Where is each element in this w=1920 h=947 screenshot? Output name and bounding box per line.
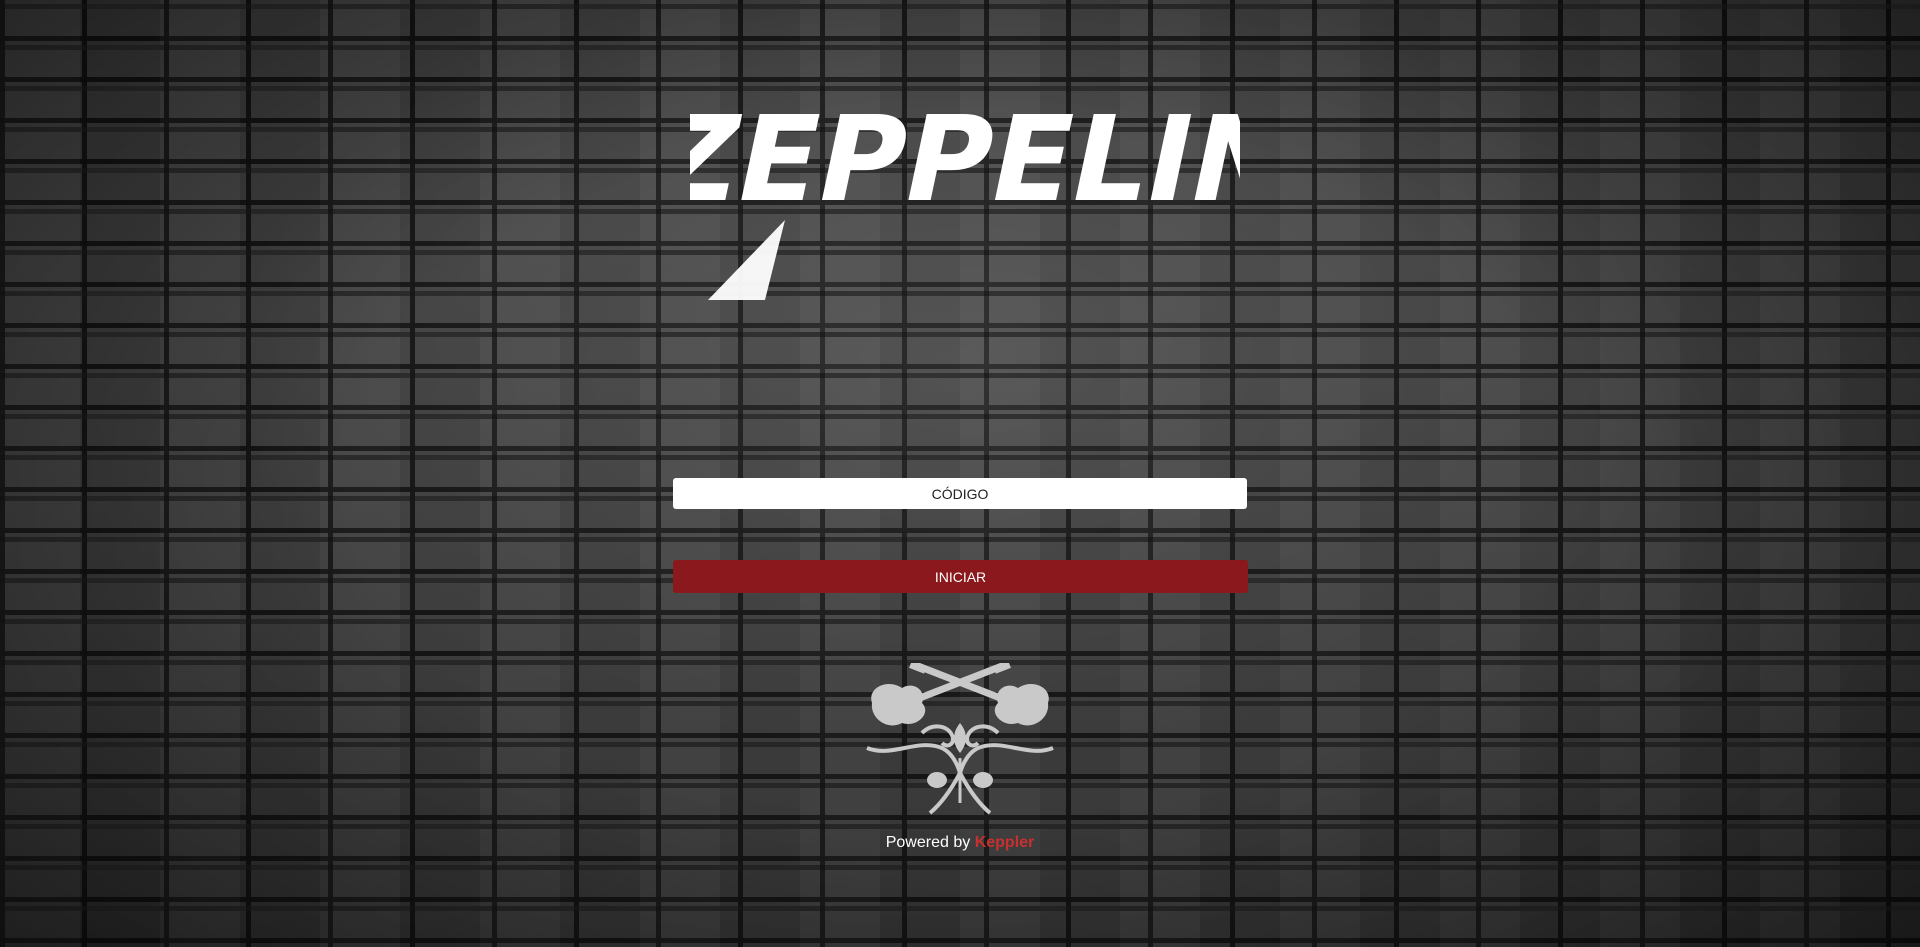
powered-by-text: Powered by — [885, 834, 971, 851]
powered-by-footer: Powered by Keppler — [0, 834, 1920, 852]
login-page: ZEPPELIN INICIAR Powered — [0, 0, 1920, 947]
crossed-guitars-emblem-icon — [866, 663, 1054, 815]
iniciar-button[interactable]: INICIAR — [673, 560, 1248, 593]
login-form: INICIAR — [673, 478, 1248, 593]
svg-text:ZEPPELIN: ZEPPELIN — [690, 100, 1240, 229]
code-input[interactable] — [673, 478, 1247, 509]
zeppelin-logo: ZEPPELIN — [690, 100, 1240, 300]
keppler-link[interactable]: Keppler — [975, 834, 1035, 851]
